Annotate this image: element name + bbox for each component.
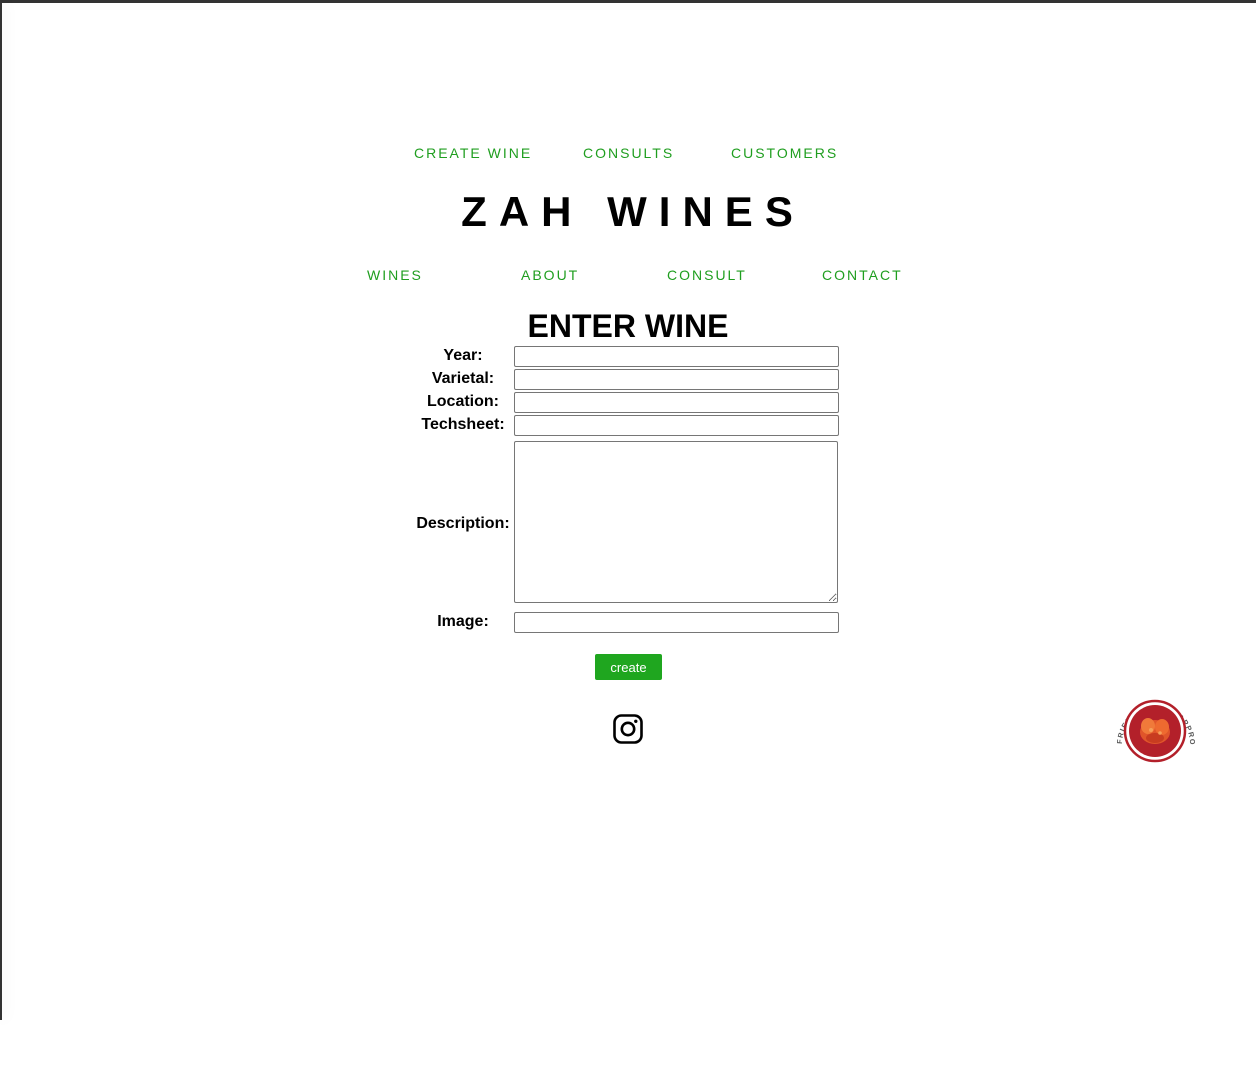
location-field[interactable] — [514, 392, 839, 413]
techsheet-field[interactable] — [514, 415, 839, 436]
window-edge — [0, 0, 2, 1020]
year-label: Year: — [443, 347, 483, 364]
nav-customers[interactable]: CUSTOMERS — [731, 145, 838, 161]
site-title: ZAH WINES — [461, 188, 805, 235]
instagram-icon[interactable] — [612, 713, 644, 745]
chicken-badge-icon: FRIED CHICKEN APPROVED — [1107, 679, 1196, 763]
instagram-icon-svg — [613, 714, 643, 744]
create-button[interactable]: create — [595, 654, 662, 680]
form-title: ENTER WINE — [527, 308, 729, 344]
description-field[interactable] — [514, 441, 838, 603]
varietal-field[interactable] — [514, 369, 839, 390]
image-field[interactable] — [514, 612, 839, 633]
techsheet-label: Techsheet: — [421, 416, 505, 433]
description-label: Description: — [416, 515, 510, 532]
varietal-label: Varietal: — [431, 370, 495, 387]
location-label: Location: — [427, 393, 499, 410]
year-field[interactable] — [514, 346, 839, 367]
nav-create-wine[interactable]: CREATE WINE — [414, 145, 532, 161]
nav-about[interactable]: ABOUT — [521, 267, 579, 283]
nav-wines[interactable]: WINES — [367, 267, 423, 283]
image-label: Image: — [437, 613, 489, 630]
fried-chicken-approved-badge: FRIED CHICKEN APPROVED — [1107, 679, 1200, 776]
nav-consults[interactable]: CONSULTS — [583, 145, 674, 161]
nav-consult[interactable]: CONSULT — [667, 267, 747, 283]
nav-contact[interactable]: CONTACT — [822, 267, 903, 283]
